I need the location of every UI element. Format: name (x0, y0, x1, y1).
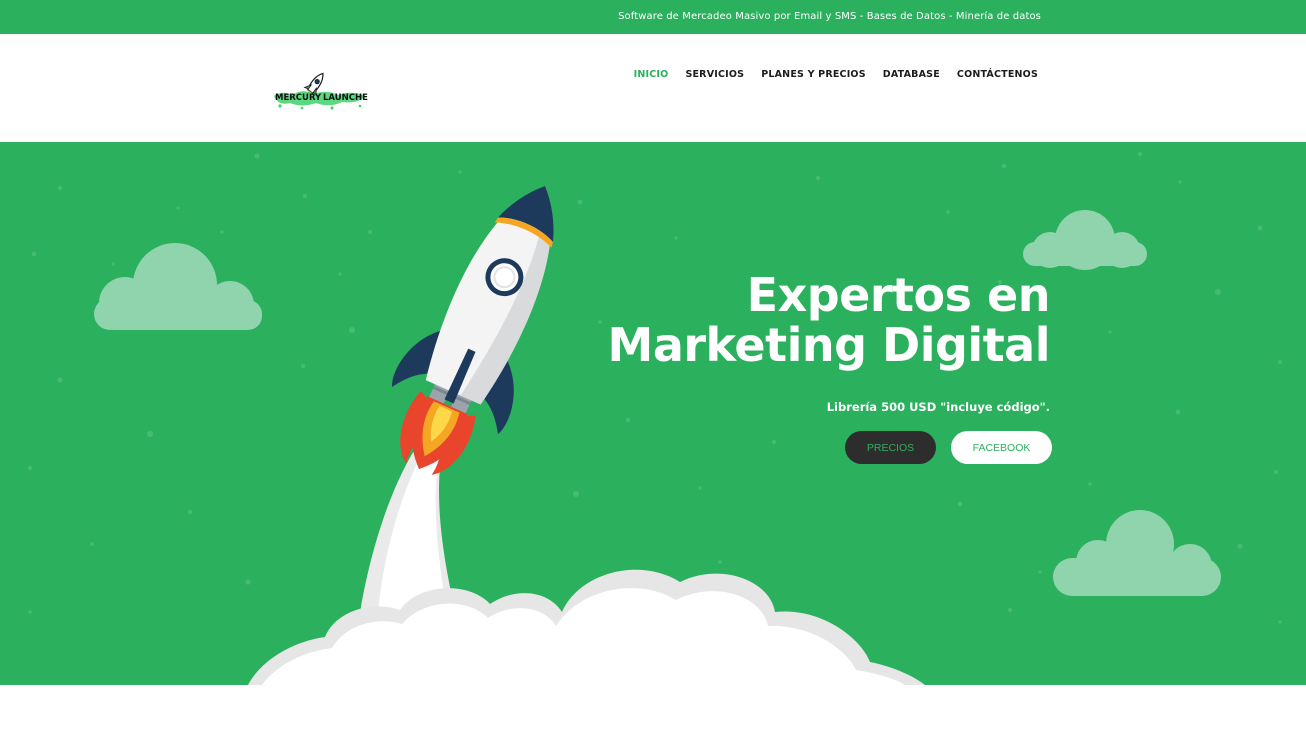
facebook-button[interactable]: FACEBOOK (951, 431, 1052, 464)
tagline-text: Software de Mercadeo Masivo por Email y … (618, 11, 1041, 22)
page-bottom-area (0, 685, 1306, 734)
rocket-logo-icon: MERCURY LAUNCHER (274, 72, 375, 110)
nav-item-database[interactable]: DATABASE (883, 69, 940, 80)
main-navigation: INICIO SERVICIOS PLANES Y PRECIOS DATABA… (634, 69, 1038, 80)
cloud-bottom-right (1053, 510, 1221, 596)
site-header: MERCURY LAUNCHER INICIO SERVICIOS PLANES… (0, 34, 1306, 142)
nav-item-planes-y-precios[interactable]: PLANES Y PRECIOS (761, 69, 866, 80)
hero-illustration (28, 152, 1282, 685)
logo-text-right: LAUNCHER (323, 93, 368, 103)
top-announcement-bar: Software de Mercadeo Masivo por Email y … (0, 0, 1306, 34)
hero-section: Expertos en Marketing Digital Librería 5… (0, 142, 1306, 685)
cloud-left (94, 243, 262, 330)
smoke-cloud (248, 569, 925, 685)
cloud-top-right (1023, 210, 1147, 270)
precios-button[interactable]: PRECIOS (845, 431, 936, 464)
hero-title-line2: Marketing Digital (607, 318, 1051, 372)
nav-item-servicios[interactable]: SERVICIOS (685, 69, 744, 80)
logo-text-left: MERCURY (275, 93, 322, 103)
nav-item-contactenos[interactable]: CONTÁCTENOS (957, 69, 1038, 80)
hero-title: Expertos en Marketing Digital (530, 268, 1051, 372)
hero-title-line1: Expertos en (746, 268, 1051, 322)
hero-subtitle: Librería 500 USD "incluye código". (826, 400, 1050, 414)
site-logo[interactable]: MERCURY LAUNCHER (272, 66, 375, 112)
nav-item-inicio[interactable]: INICIO (634, 69, 669, 80)
